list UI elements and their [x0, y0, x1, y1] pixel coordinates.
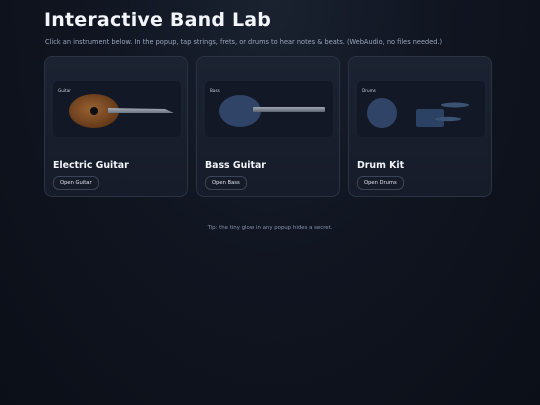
open-bass-button[interactable]: Open Bass — [205, 176, 247, 190]
drum-kit-icon — [367, 98, 469, 128]
open-drums-button[interactable]: Open Drums — [357, 176, 404, 190]
stage-label-drums: Drums — [362, 88, 376, 93]
instrument-cards: Guitar Electric Guitar Open Guitar Bass … — [44, 56, 492, 197]
card-electric-guitar[interactable]: Guitar Electric Guitar Open Guitar — [44, 56, 188, 197]
guitar-preview[interactable] — [53, 81, 181, 137]
tip-text: Tip: the tiny glow in any popup hides a … — [207, 225, 333, 231]
guitar-icon — [69, 94, 174, 128]
bass-icon — [219, 95, 325, 127]
card-title-guitar: Electric Guitar — [53, 160, 129, 171]
stage-label-guitar: Guitar — [58, 88, 71, 93]
stage-label-bass: Bass — [210, 88, 220, 93]
bass-preview[interactable] — [205, 81, 333, 137]
page-subtitle: Click an instrument below. In the popup,… — [45, 38, 443, 46]
drums-preview[interactable] — [357, 81, 485, 137]
open-guitar-button[interactable]: Open Guitar — [53, 176, 99, 190]
card-bass-guitar[interactable]: Bass Bass Guitar Open Bass — [196, 56, 340, 197]
page-title: Interactive Band Lab — [44, 9, 272, 31]
card-title-bass: Bass Guitar — [205, 160, 266, 171]
card-title-drums: Drum Kit — [357, 160, 405, 171]
card-drum-kit[interactable]: Drums Drum Kit Open Drums — [348, 56, 492, 197]
